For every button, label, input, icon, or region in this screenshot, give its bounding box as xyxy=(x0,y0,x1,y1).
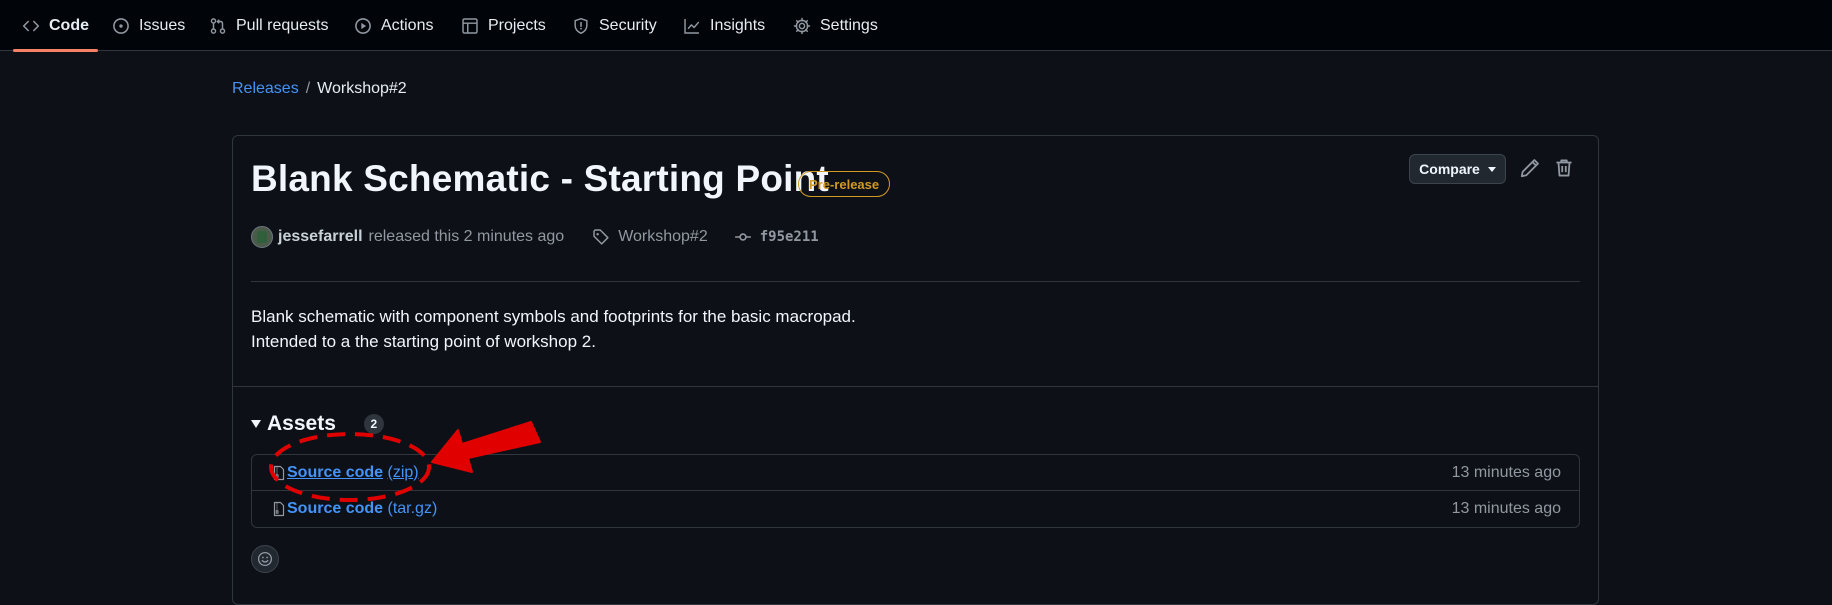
play-icon xyxy=(355,17,371,34)
commit-link[interactable]: f95e211 xyxy=(734,228,819,246)
release-notes-line: Intended to a the starting point of work… xyxy=(251,332,596,351)
assets-toggle[interactable]: Assets 2 xyxy=(251,412,384,436)
assets-list: Source code (zip) 13 minutes ago Source … xyxy=(251,454,1580,528)
compare-button[interactable]: Compare xyxy=(1409,154,1506,184)
tab-projects[interactable]: Projects xyxy=(452,0,555,51)
breadcrumb-current: Workshop#2 xyxy=(317,80,407,97)
tab-label: Projects xyxy=(488,16,546,34)
list-item: Source code (zip) 13 minutes ago xyxy=(252,455,1579,491)
tag-icon xyxy=(593,229,609,245)
tab-settings[interactable]: Settings xyxy=(784,0,887,51)
caret-down-icon xyxy=(1487,166,1496,172)
gear-icon xyxy=(793,17,811,34)
asset-time: 13 minutes ago xyxy=(1451,463,1561,481)
release-card: Blank Schematic - Starting Point Pre-rel… xyxy=(232,135,1599,605)
tab-label: Settings xyxy=(820,16,878,34)
triangle-down-icon xyxy=(251,420,261,428)
graph-icon xyxy=(684,18,700,34)
source-code-targz-link[interactable]: Source code (tar.gz) xyxy=(287,500,437,518)
released-text: released this 2 minutes ago xyxy=(368,228,565,245)
avatar[interactable] xyxy=(251,226,273,248)
tab-actions[interactable]: Actions xyxy=(345,0,442,51)
edit-button[interactable] xyxy=(1519,157,1541,179)
tab-label: Insights xyxy=(710,16,766,34)
breadcrumb: Releases / Workshop#2 xyxy=(232,80,407,98)
tab-issues[interactable]: Issues xyxy=(103,0,194,51)
source-code-zip-link[interactable]: Source code (zip) xyxy=(287,464,419,482)
repo-nav: Code Issues Pull requests Actions Projec… xyxy=(0,0,1832,52)
release-notes-line: Blank schematic with component symbols a… xyxy=(251,307,856,326)
tab-code[interactable]: Code xyxy=(13,0,98,52)
release-notes: Blank schematic with component symbols a… xyxy=(251,304,856,354)
tab-security[interactable]: Security xyxy=(563,0,666,51)
assets-count-badge: 2 xyxy=(363,414,384,434)
commit-icon xyxy=(734,233,751,241)
shield-icon xyxy=(574,17,588,34)
tab-label: Actions xyxy=(381,16,434,34)
divider xyxy=(233,386,1598,387)
asset-name: Source code xyxy=(287,463,384,481)
file-zip-icon xyxy=(273,501,285,517)
tag-link[interactable]: Workshop#2 xyxy=(592,228,708,246)
tab-label: Code xyxy=(49,16,89,34)
tab-insights[interactable]: Insights xyxy=(674,0,774,51)
compare-label: Compare xyxy=(1419,161,1480,177)
asset-ext: (tar.gz) xyxy=(387,500,438,517)
release-title: Blank Schematic - Starting Point xyxy=(251,158,829,199)
pencil-icon xyxy=(1520,159,1539,178)
divider xyxy=(251,281,1580,282)
tab-label: Pull requests xyxy=(236,16,329,34)
assets-heading: Assets xyxy=(267,412,336,435)
list-item: Source code (tar.gz) 13 minutes ago xyxy=(252,491,1579,527)
release-meta: jessefarrell released this 2 minutes ago… xyxy=(251,224,819,250)
issue-icon xyxy=(113,17,129,34)
table-icon xyxy=(462,17,478,34)
commit-sha: f95e211 xyxy=(759,229,819,245)
prerelease-badge: Pre-release xyxy=(798,171,891,197)
add-reaction-button[interactable] xyxy=(251,545,279,573)
tab-pull-requests[interactable]: Pull requests xyxy=(200,0,338,51)
trash-icon xyxy=(1556,159,1572,177)
smiley-icon xyxy=(257,551,273,567)
tag-label: Workshop#2 xyxy=(618,228,708,245)
author-link[interactable]: jessefarrell xyxy=(278,228,363,246)
breadcrumb-separator: / xyxy=(305,80,311,97)
tab-label: Issues xyxy=(139,16,186,34)
code-icon xyxy=(22,20,40,31)
tab-label: Security xyxy=(599,16,657,34)
pull-request-icon xyxy=(210,17,226,34)
asset-time: 13 minutes ago xyxy=(1451,500,1561,517)
asset-name: Source code xyxy=(287,500,384,517)
file-zip-icon xyxy=(273,465,285,480)
delete-button[interactable] xyxy=(1553,157,1575,179)
breadcrumb-releases-link[interactable]: Releases xyxy=(232,80,299,98)
asset-ext: (zip) xyxy=(387,463,419,481)
